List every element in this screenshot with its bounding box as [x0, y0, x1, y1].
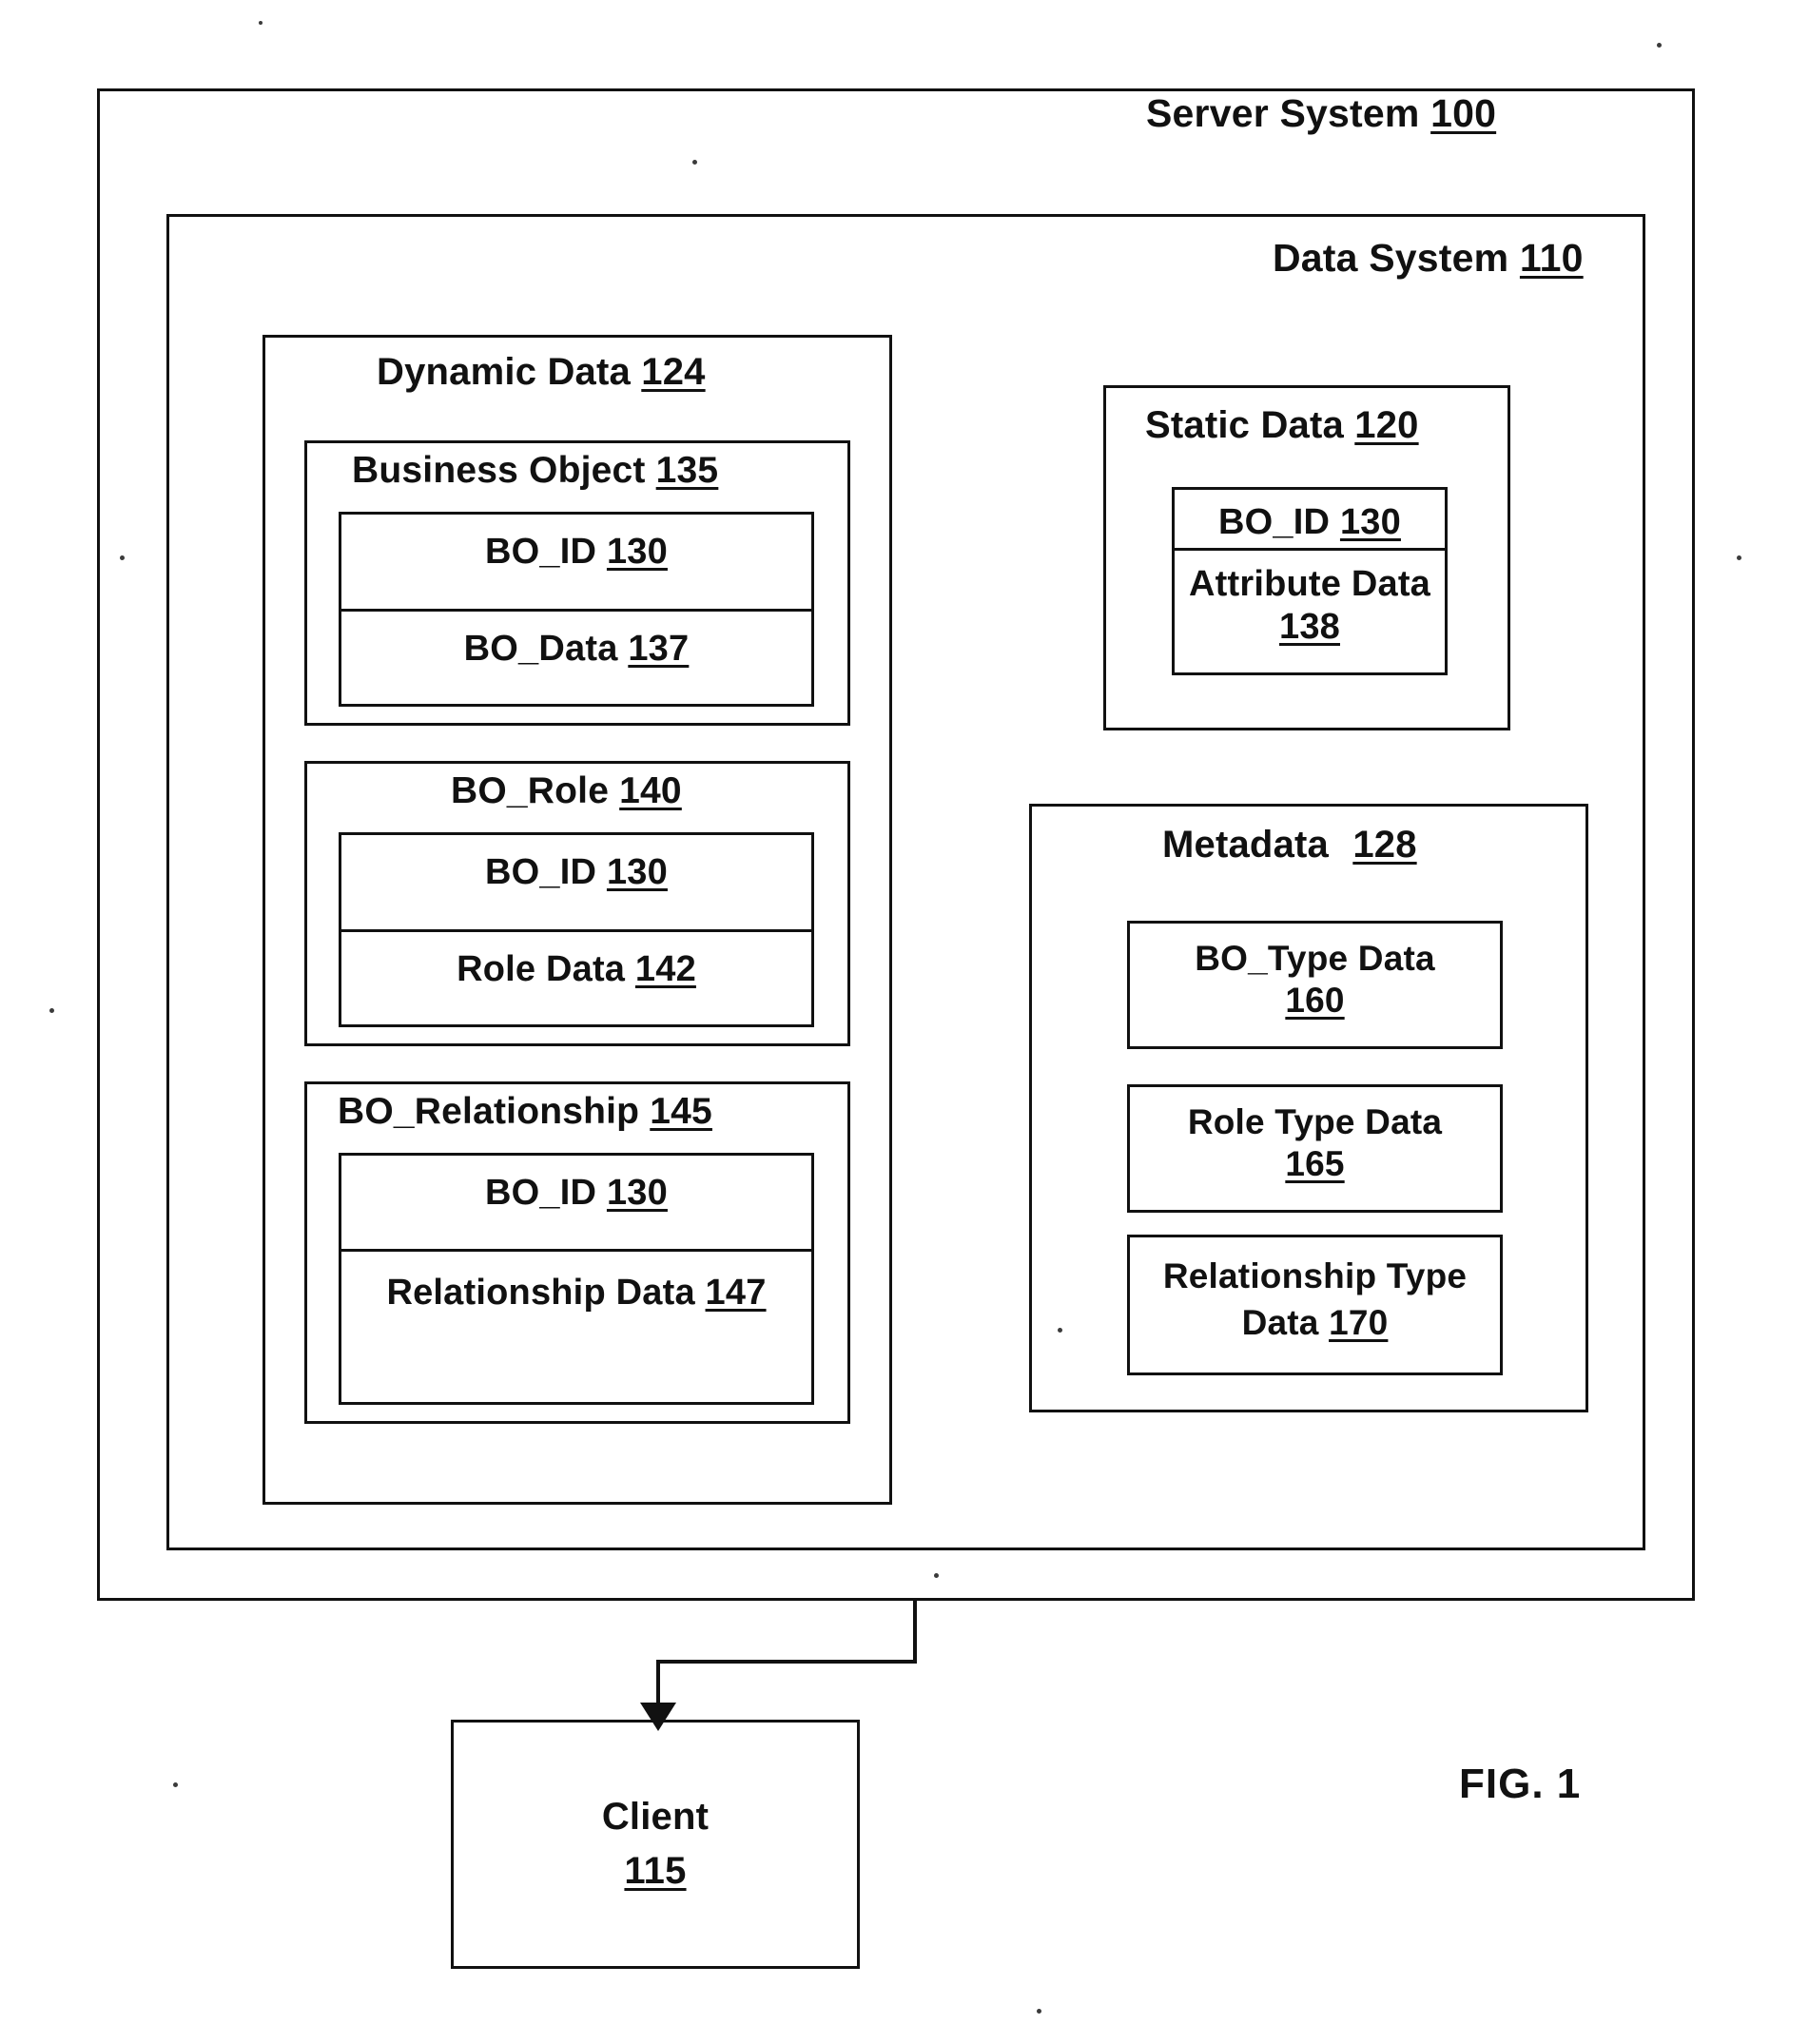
static-data-label: Static Data 120 — [1145, 403, 1419, 448]
bo-role-row-role-data: Role Data 142 — [339, 948, 814, 991]
static-data-row-attribute-data: Attribute Data 138 — [1183, 563, 1436, 649]
static-data-row-bo-id: BO_ID 130 — [1172, 501, 1448, 544]
role-type-data-ref: 165 — [1285, 1143, 1345, 1183]
bo-relationship-relationship-data-ref: 147 — [705, 1273, 767, 1313]
server-system-title: Server System — [1146, 91, 1420, 135]
figure-caption: FIG. 1 — [1459, 1761, 1582, 1807]
bo-relationship-row-relationship-data: Relationship Data 147 — [348, 1272, 805, 1314]
business-object-title: Business Object — [352, 450, 646, 491]
dynamic-data-label: Dynamic Data 124 — [377, 350, 706, 395]
client-label: Client 115 — [451, 1790, 860, 1898]
patent-figure-page: Server System 100 Data System 110 Dynami… — [0, 0, 1809, 2044]
business-object-row-divider — [339, 609, 814, 612]
server-system-label: Server System 100 — [1146, 90, 1496, 136]
bo-role-ref: 140 — [619, 770, 682, 811]
data-system-ref: 110 — [1519, 236, 1584, 280]
business-object-bo-id-label: BO_ID — [485, 532, 597, 572]
business-object-row-bo-id: BO_ID 130 — [339, 531, 814, 574]
static-data-bo-id-label: BO_ID — [1218, 502, 1331, 542]
scan-speck — [692, 160, 697, 165]
data-system-title: Data System — [1273, 236, 1509, 280]
connector-segment-horizontal — [656, 1660, 917, 1664]
server-system-ref: 100 — [1430, 91, 1497, 135]
scan-speck — [1058, 1328, 1062, 1333]
connector-segment-vertical-upper — [913, 1601, 917, 1664]
relationship-type-data-ref: 170 — [1329, 1302, 1389, 1342]
scan-speck — [49, 1008, 54, 1013]
business-object-bo-data-label: BO_Data — [463, 629, 618, 669]
bo-type-data-title: BO_Type Data — [1195, 939, 1435, 978]
static-data-title: Static Data — [1145, 404, 1344, 446]
dynamic-data-title: Dynamic Data — [377, 351, 631, 393]
metadata-ref: 128 — [1352, 824, 1417, 866]
business-object-ref: 135 — [655, 450, 719, 491]
relationship-type-data-label: Relationship Type Data 170 — [1132, 1254, 1498, 1347]
scan-speck — [1657, 43, 1662, 48]
business-object-bo-id-ref: 130 — [606, 532, 668, 572]
bo-role-label: BO_Role 140 — [451, 769, 682, 813]
scan-speck — [259, 21, 263, 25]
bo-relationship-label: BO_Relationship 145 — [338, 1090, 712, 1134]
data-system-label: Data System 110 — [1273, 235, 1584, 281]
bo-type-data-ref: 160 — [1285, 980, 1345, 1020]
static-data-row-divider — [1172, 548, 1448, 551]
scan-speck — [120, 555, 125, 560]
business-object-bo-data-ref: 137 — [628, 629, 690, 669]
bo-role-row-divider — [339, 929, 814, 932]
bo-relationship-relationship-data-label: Relationship Data — [386, 1273, 695, 1313]
bo-role-bo-id-label: BO_ID — [485, 852, 597, 892]
role-type-data-label: Role Type Data 165 — [1137, 1101, 1493, 1184]
metadata-title: Metadata — [1162, 824, 1329, 866]
bo-role-role-data-label: Role Data — [457, 949, 626, 989]
business-object-row-bo-data: BO_Data 137 — [339, 628, 814, 671]
role-type-data-title: Role Type Data — [1187, 1102, 1443, 1141]
client-title: Client — [601, 1796, 710, 1838]
bo-type-data-label: BO_Type Data 160 — [1137, 938, 1493, 1021]
client-ref: 115 — [624, 1849, 687, 1892]
metadata-label: Metadata 128 — [1162, 823, 1417, 867]
bo-relationship-bo-id-ref: 130 — [606, 1173, 668, 1213]
bo-relationship-bo-id-label: BO_ID — [485, 1173, 597, 1213]
business-object-label: Business Object 135 — [352, 449, 718, 493]
bo-relationship-ref: 145 — [650, 1091, 712, 1132]
bo-relationship-row-divider — [339, 1249, 814, 1252]
dynamic-data-ref: 124 — [641, 351, 706, 393]
bo-relationship-title: BO_Relationship — [338, 1091, 640, 1132]
scan-speck — [1737, 555, 1741, 560]
bo-role-bo-id-ref: 130 — [606, 852, 668, 892]
bo-role-role-data-ref: 142 — [634, 949, 696, 989]
bo-role-title: BO_Role — [451, 770, 610, 811]
static-data-attribute-data-ref: 138 — [1278, 606, 1340, 647]
relationship-type-data-title: Relationship Type Data — [1162, 1256, 1468, 1342]
bo-relationship-row-bo-id: BO_ID 130 — [339, 1172, 814, 1215]
scan-speck — [934, 1573, 939, 1578]
static-data-ref: 120 — [1354, 404, 1419, 446]
scan-speck — [173, 1782, 178, 1787]
scan-speck — [1037, 2009, 1041, 2014]
static-data-bo-id-ref: 130 — [1339, 502, 1401, 542]
static-data-attribute-data-label: Attribute Data — [1188, 564, 1431, 604]
bo-role-row-bo-id: BO_ID 130 — [339, 851, 814, 894]
